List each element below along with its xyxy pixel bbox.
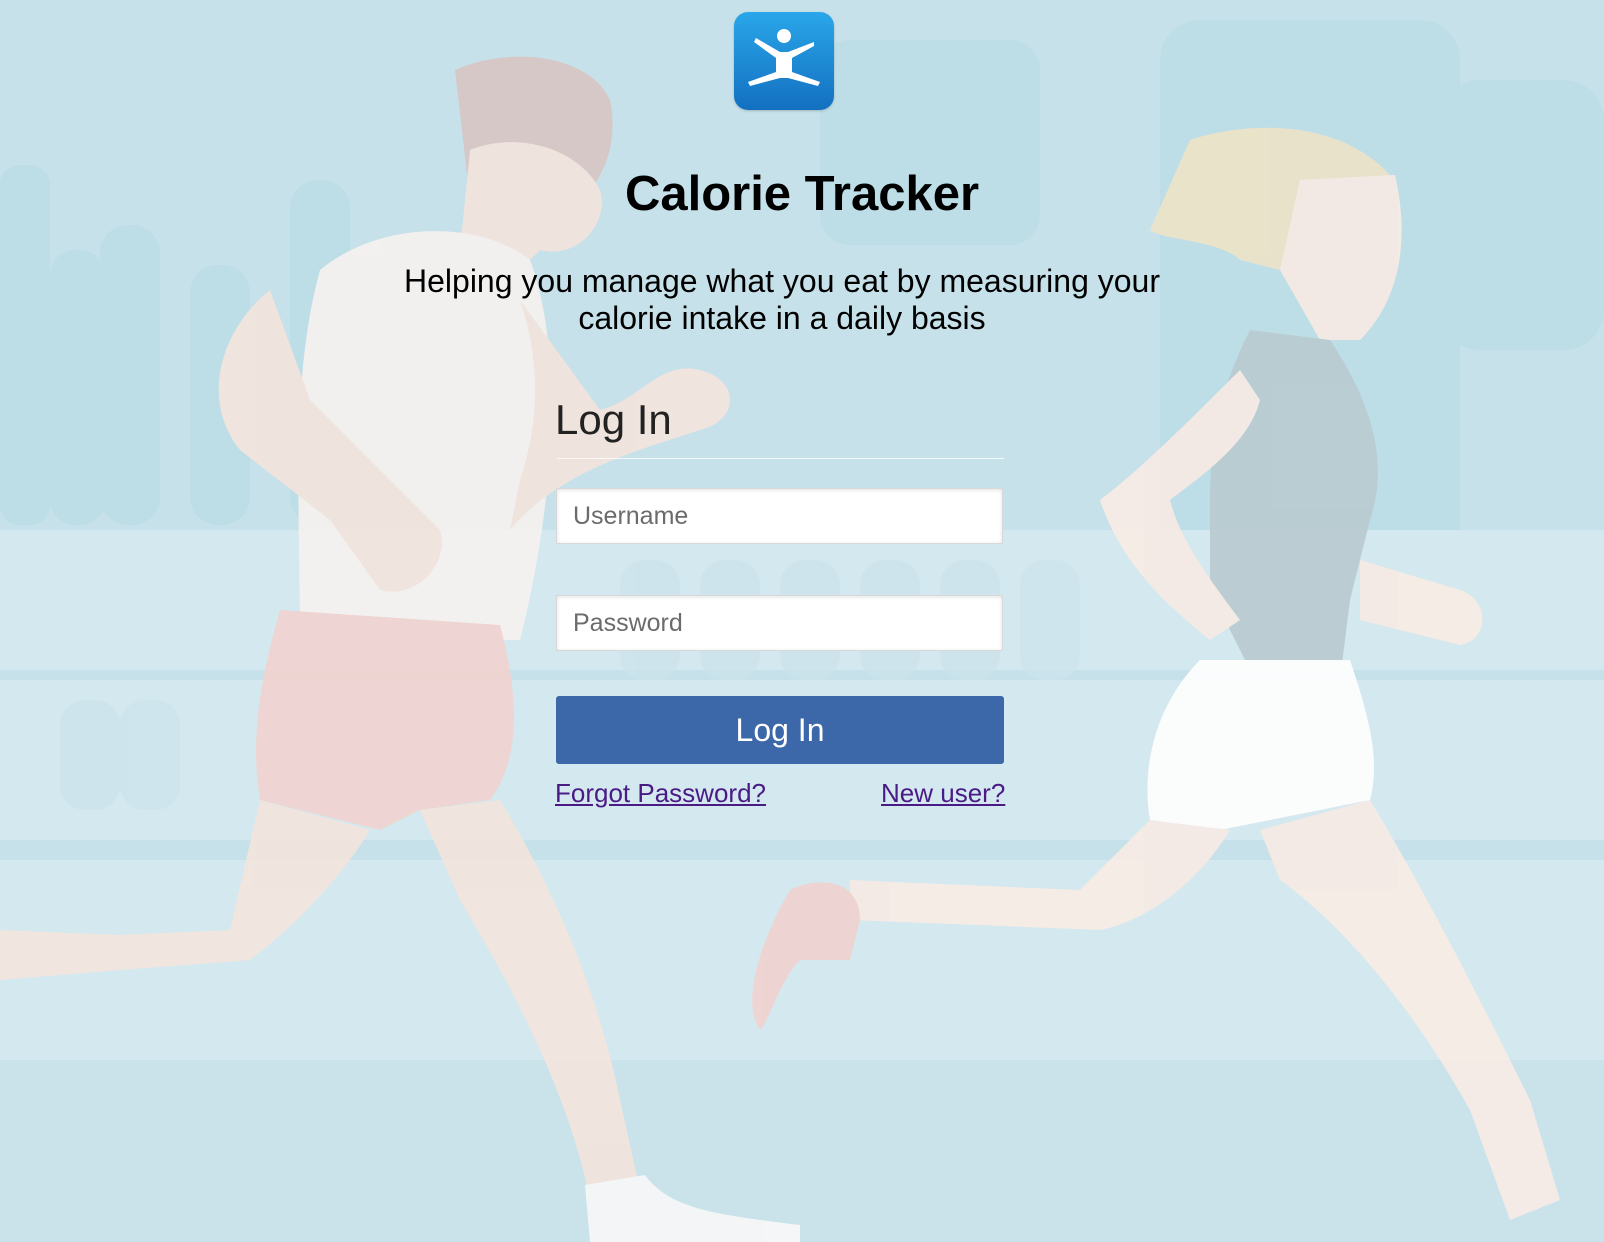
- app-logo: [734, 12, 834, 110]
- password-input[interactable]: [556, 595, 1003, 651]
- new-user-link[interactable]: New user?: [881, 778, 1005, 809]
- running-figure-icon: [748, 29, 820, 86]
- forgot-password-link[interactable]: Forgot Password?: [555, 778, 766, 809]
- username-input[interactable]: [556, 488, 1003, 544]
- login-button[interactable]: Log In: [556, 696, 1004, 764]
- login-divider: [557, 458, 1004, 459]
- page-title: Calorie Tracker: [624, 167, 980, 221]
- page-subtitle: Helping you manage what you eat by measu…: [404, 263, 1160, 336]
- login-heading: Log In: [555, 396, 672, 443]
